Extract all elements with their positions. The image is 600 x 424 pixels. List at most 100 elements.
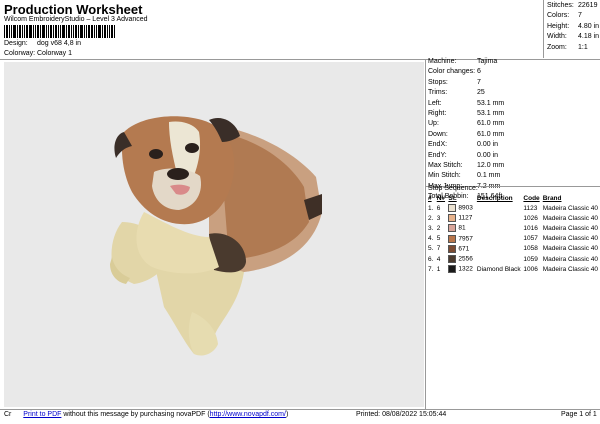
- machine-label: EndX:: [428, 141, 448, 149]
- barcode-bar: [111, 25, 113, 38]
- stat-row: Colors: 7: [547, 11, 599, 21]
- machine-label: Left:: [428, 99, 442, 107]
- code-cell: 1016: [523, 224, 538, 232]
- footer-middle-text: without this message by purchasing novaP…: [61, 411, 210, 418]
- footer-suffix: ): [285, 411, 289, 418]
- barcode-bar: [88, 25, 90, 38]
- machine-label: Machine:: [428, 58, 457, 65]
- col-header: Brand: [542, 195, 562, 202]
- description-cell: [477, 234, 524, 244]
- barcode-bar: [102, 25, 103, 38]
- machine-row: Stops: 7: [428, 78, 504, 88]
- needle-cell: 5: [436, 235, 441, 243]
- barcode-bar: [66, 25, 67, 38]
- barcode-bar: [94, 25, 95, 38]
- machine-value: 7: [477, 78, 481, 86]
- color-swatch: [448, 234, 457, 243]
- stat-label: Colors:: [547, 12, 570, 20]
- machine-value: Tajima: [477, 58, 498, 65]
- table-row: 1. 6 8903 1123 Madeira Classic 40: [428, 203, 600, 213]
- stitch-count: 7957: [458, 235, 473, 243]
- stitch-cell: 8903: [448, 203, 476, 213]
- description-cell: [477, 254, 524, 264]
- machine-label: Min Stitch:: [428, 172, 461, 180]
- design-preview: [4, 62, 424, 407]
- color-swatch: [448, 224, 457, 233]
- barcode-bar: [4, 25, 5, 38]
- stat-label: Width:: [547, 33, 567, 41]
- colorway-label: Colorway:: [4, 50, 36, 57]
- stitch-cell: 7957: [448, 234, 476, 244]
- machine-value: 61.0 mm: [477, 120, 505, 128]
- novapdf-link[interactable]: http://www.novapdf.com/: [210, 411, 286, 418]
- table-header-row: # N# St. Description Code Brand: [428, 194, 600, 203]
- color-swatch: [448, 204, 457, 213]
- stat-row: Width: 4.18 in: [547, 32, 599, 42]
- stat-label: Zoom:: [547, 43, 567, 51]
- barcode-bar: [26, 25, 28, 38]
- barcode-bar: [86, 25, 87, 38]
- needle-cell: 1: [436, 265, 441, 273]
- needle-cell: 2: [436, 224, 441, 232]
- barcode-bar: [50, 25, 52, 38]
- stop-cell: 2.: [428, 214, 434, 222]
- stitch-count: 81: [458, 225, 466, 233]
- machine-row: Up: 61.0 mm: [428, 119, 504, 129]
- barcode-bar: [62, 25, 65, 38]
- stat-label: Height:: [547, 22, 570, 30]
- barcode-bar: [78, 25, 79, 38]
- machine-row: Max Stitch: 12.0 mm: [428, 161, 504, 171]
- stop-cell: 6.: [428, 255, 434, 263]
- barcode-bar: [9, 25, 10, 38]
- code-cell: 1026: [523, 214, 538, 222]
- header-divider: [0, 59, 600, 60]
- barcode-bar: [42, 25, 45, 38]
- print-to-pdf-link[interactable]: Print to PDF: [23, 411, 61, 418]
- color-swatch: [448, 265, 457, 274]
- description-cell: [477, 223, 524, 233]
- page-number: Page 1 of 1: [561, 411, 597, 418]
- stats-panel: Stitches: 22619 Colors: 7 Height: 4.80 in W…: [547, 1, 599, 53]
- stop-cell: 4.: [428, 235, 434, 243]
- stat-value: 22619: [578, 2, 598, 9]
- brand-cell: Madeira Classic 40: [542, 204, 598, 212]
- machine-row: Left: 53.1 mm: [428, 99, 504, 109]
- needle-cell: 3: [436, 214, 441, 222]
- brand-cell: Madeira Classic 40: [542, 245, 598, 253]
- stitch-count: 1127: [458, 215, 473, 222]
- machine-value: 61.0 mm: [477, 130, 505, 138]
- barcode-bar: [84, 25, 85, 38]
- barcode-bar: [96, 25, 97, 38]
- machine-value: 0.00 in: [477, 151, 499, 159]
- col-header: Description: [476, 195, 513, 202]
- barcode-bar: [13, 25, 16, 38]
- machine-label: Stops:: [428, 78, 448, 86]
- barcode-bar: [17, 25, 18, 38]
- embroidery-dog-image: [110, 116, 322, 356]
- barcode-bar: [104, 25, 106, 38]
- stitch-count: 671: [458, 245, 470, 253]
- color-swatch: [448, 214, 457, 223]
- brand-cell: Madeira Classic 40: [542, 224, 598, 232]
- machine-info: Machine: Tajima Color changes: 6 Stops: 7 Trim…: [428, 57, 504, 202]
- stat-label: Stitches:: [547, 2, 574, 9]
- machine-row: EndY: 0.00 in: [428, 151, 504, 161]
- code-cell: 1059: [523, 255, 538, 263]
- col-header: N#: [436, 195, 446, 202]
- barcode-bar: [19, 25, 21, 38]
- machine-value: 53.1 mm: [477, 109, 505, 117]
- needle-cell: 7: [436, 245, 441, 253]
- stitch-cell: 2556: [448, 254, 476, 264]
- stop-cell: 5.: [428, 245, 434, 253]
- machine-row: Min Stitch: 0.1 mm: [428, 171, 504, 181]
- code-cell: 1057: [523, 235, 538, 243]
- barcode-bar: [73, 25, 74, 38]
- col-header: St.: [448, 195, 457, 202]
- barcode-bar: [11, 25, 12, 38]
- design-label: Design:: [4, 40, 28, 47]
- printed-timestamp: Printed: 08/08/2022 15:05:44: [356, 411, 447, 418]
- machine-row: Right: 53.1 mm: [428, 109, 504, 119]
- table-row: 2. 3 1127 1026 Madeira Classic 40: [428, 213, 600, 223]
- stat-value: 4.18 in: [578, 33, 600, 41]
- barcode-bar: [109, 25, 110, 38]
